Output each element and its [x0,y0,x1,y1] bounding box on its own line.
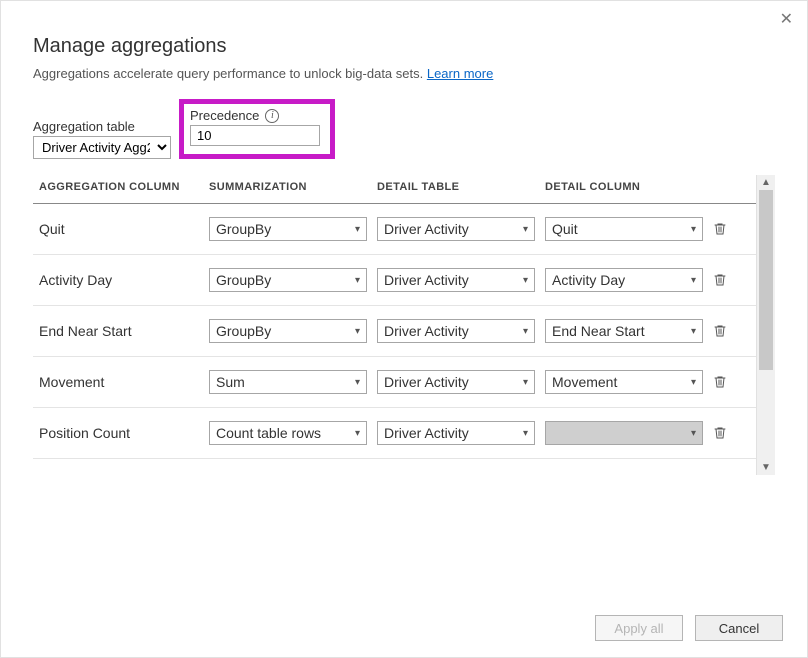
aggregation-grid: AGGREGATION COLUMN SUMMARIZATION DETAIL … [33,175,775,475]
detail-column-dropdown-value: Activity Day [552,272,625,288]
summarization-dropdown[interactable]: GroupBy ▾ [209,319,367,343]
delete-icon[interactable] [713,273,743,287]
detail-column-dropdown[interactable]: End Near Start ▾ [545,319,703,343]
chevron-down-icon: ▾ [523,275,528,286]
chevron-down-icon: ▾ [355,224,360,235]
dialog-subtitle: Aggregations accelerate query performanc… [33,66,775,81]
agg-column-name: Activity Day [33,272,209,288]
chevron-down-icon: ▾ [691,326,696,337]
header-sum-col: SUMMARIZATION [209,181,377,193]
summarization-dropdown-value: GroupBy [216,323,271,339]
summarization-dropdown[interactable]: Count table rows ▾ [209,421,367,445]
table-row: Movement Sum ▾ Driver Activity ▾ Movement ▾ [33,357,756,408]
summarization-dropdown-value: Count table rows [216,425,321,441]
detail-table-dropdown-value: Driver Activity [384,425,469,441]
delete-icon[interactable] [713,375,743,389]
subtitle-text: Aggregations accelerate query performanc… [33,66,427,81]
table-row: Position CountCount table rows▾Driver Ac… [33,408,756,459]
grid-header: AGGREGATION COLUMN SUMMARIZATION DETAIL … [33,175,756,204]
detail-column-dropdown[interactable]: Quit ▾ [545,217,703,241]
summarization-dropdown-value: GroupBy [216,221,271,237]
precedence-label: Precedence [190,108,259,123]
aggregation-table-group: Aggregation table Driver Activity Agg2 [33,119,171,159]
controls-row: Aggregation table Driver Activity Agg2 P… [33,99,775,159]
chevron-down-icon: ▾ [523,377,528,388]
scroll-down-icon[interactable]: ▼ [761,460,771,475]
detail-table-dropdown[interactable]: Driver Activity ▾ [377,370,535,394]
chevron-down-icon: ▾ [523,326,528,337]
detail-column-dropdown[interactable]: Activity Day ▾ [545,268,703,292]
grid-scroll-area: AGGREGATION COLUMN SUMMARIZATION DETAIL … [33,175,756,475]
delete-icon[interactable] [713,324,743,338]
summarization-dropdown-value: GroupBy [216,272,271,288]
detail-table-dropdown[interactable]: Driver Activity ▾ [377,319,535,343]
precedence-label-row: Precedence i [190,108,320,123]
detail-column-dropdown-value: Quit [552,221,578,237]
agg-column-name: Movement [33,374,209,390]
header-det-col: DETAIL TABLE [377,181,545,193]
learn-more-link[interactable]: Learn more [427,66,493,81]
header-agg-col: AGGREGATION COLUMN [33,181,209,193]
table-row: Activity DayGroupBy▾Driver Activity▾Acti… [33,255,756,306]
delete-icon[interactable] [713,222,743,236]
detail-column-dropdown-value: End Near Start [552,323,645,339]
detail-table-dropdown-value: Driver Activity [384,272,469,288]
detail-column-dropdown: ▾ [545,421,703,445]
detail-table-dropdown[interactable]: Driver Activity ▾ [377,217,535,241]
chevron-down-icon: ▾ [355,326,360,337]
chevron-down-icon: ▾ [523,428,528,439]
detail-table-dropdown-value: Driver Activity [384,221,469,237]
detail-table-dropdown[interactable]: Driver Activity ▾ [377,421,535,445]
summarization-dropdown[interactable]: GroupBy ▾ [209,268,367,292]
aggregation-table-select[interactable]: Driver Activity Agg2 [33,136,171,159]
chevron-down-icon: ▾ [691,224,696,235]
delete-icon[interactable] [713,426,743,440]
chevron-down-icon: ▾ [691,377,696,388]
grid-body: QuitGroupBy▾Driver Activity▾Quit▾Activit… [33,204,756,459]
chevron-down-icon: ▾ [523,224,528,235]
summarization-dropdown-value: Sum [216,374,245,390]
chevron-down-icon: ▾ [355,377,360,388]
vertical-scrollbar[interactable]: ▲ ▼ [756,175,775,475]
info-icon[interactable]: i [265,109,279,123]
chevron-down-icon: ▾ [691,428,696,439]
detail-table-dropdown-value: Driver Activity [384,323,469,339]
dialog-title: Manage aggregations [33,35,775,58]
detail-column-dropdown[interactable]: Movement ▾ [545,370,703,394]
header-detc-col: DETAIL COLUMN [545,181,713,193]
table-row: Quit GroupBy ▾ Driver Activity ▾ Quit ▾ [33,204,756,255]
precedence-highlight: Precedence i [179,99,335,159]
dialog-window: ✕ Manage aggregations Aggregations accel… [0,0,808,658]
detail-table-dropdown[interactable]: Driver Activity ▾ [377,268,535,292]
dialog-footer: Apply all Cancel [595,615,783,641]
detail-table-dropdown-value: Driver Activity [384,374,469,390]
chevron-down-icon: ▾ [691,275,696,286]
summarization-dropdown[interactable]: Sum ▾ [209,370,367,394]
table-row: End Near StartGroupBy▾Driver Activity▾En… [33,306,756,357]
header-del-col [713,181,743,193]
apply-all-button[interactable]: Apply all [595,615,683,641]
scroll-up-icon[interactable]: ▲ [761,175,771,190]
precedence-input[interactable] [190,125,320,146]
chevron-down-icon: ▾ [355,275,360,286]
agg-column-name: End Near Start [33,323,209,339]
aggregation-table-label: Aggregation table [33,119,171,134]
dialog-content: Manage aggregations Aggregations acceler… [1,1,807,657]
chevron-down-icon: ▾ [355,428,360,439]
agg-column-name: Quit [33,221,209,237]
agg-column-name: Position Count [33,425,209,441]
cancel-button[interactable]: Cancel [695,615,783,641]
scroll-thumb[interactable] [759,190,773,370]
summarization-dropdown[interactable]: GroupBy ▾ [209,217,367,241]
detail-column-dropdown-value: Movement [552,374,617,390]
